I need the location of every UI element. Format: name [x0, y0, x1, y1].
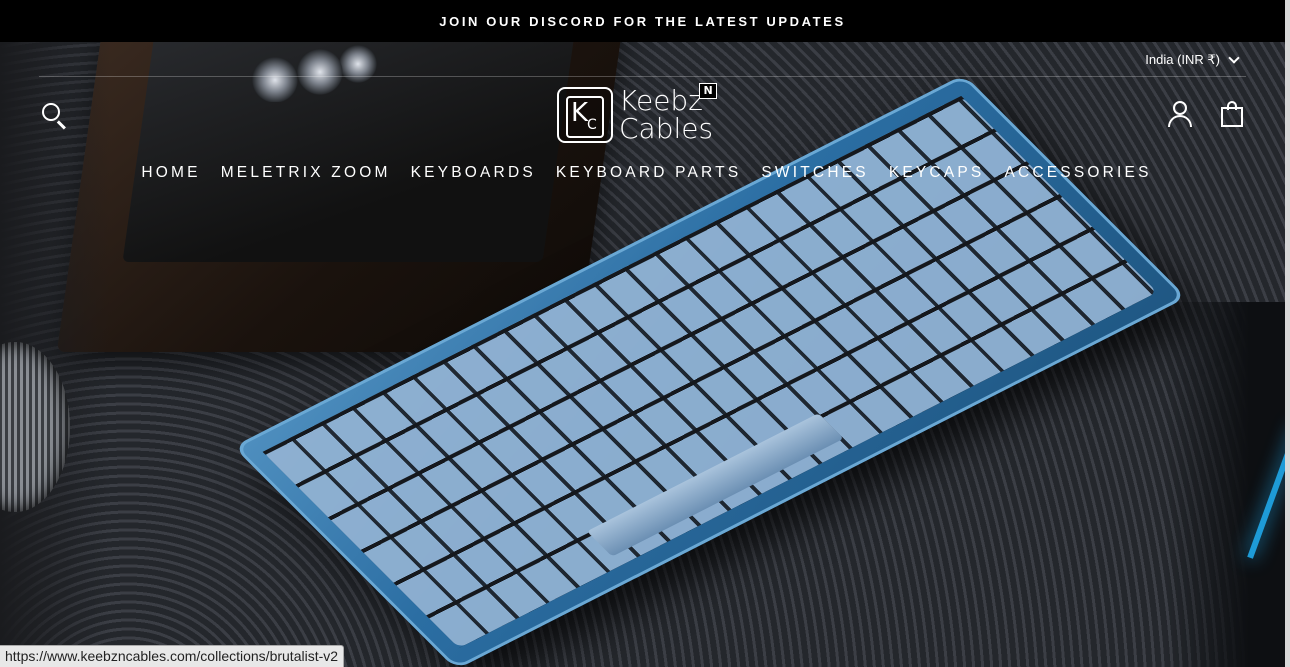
- nav-item-switches[interactable]: SWITCHES: [751, 160, 878, 186]
- chevron-down-icon[interactable]: [1228, 52, 1240, 64]
- logo-wordmark: Keebz Cables N: [619, 83, 718, 145]
- logo-n-badge: N: [699, 83, 718, 99]
- account-icon[interactable]: [1167, 101, 1197, 131]
- logo-badge-c: C: [587, 117, 597, 133]
- nav-item-home[interactable]: HOME: [131, 160, 210, 186]
- hero-newton-balls: [250, 42, 380, 102]
- search-icon[interactable]: [40, 101, 70, 131]
- nav-item-meletrix-zoom[interactable]: MELETRIX ZOOM: [211, 160, 401, 186]
- cart-icon[interactable]: [1219, 101, 1249, 131]
- logo-badge-icon: K C: [557, 87, 613, 143]
- currency-selector[interactable]: India (INR ₹): [1145, 52, 1240, 68]
- site-logo[interactable]: K C Keebz Cables N: [557, 83, 718, 145]
- announcement-bar[interactable]: JOIN OUR DISCORD FOR THE LATEST UPDATES: [0, 0, 1285, 42]
- header-divider: [39, 76, 1246, 77]
- status-bar-url: https://www.keebzncables.com/collections…: [0, 645, 345, 667]
- nav-item-keyboards[interactable]: KEYBOARDS: [401, 160, 546, 186]
- main-nav: HOME MELETRIX ZOOM KEYBOARDS KEYBOARD PA…: [0, 160, 1285, 186]
- account-icon-head: [1173, 101, 1187, 115]
- search-icon-ring: [42, 103, 60, 121]
- search-icon-handle: [57, 120, 66, 130]
- cart-icon-bag: [1221, 107, 1243, 127]
- nav-item-keyboard-parts[interactable]: KEYBOARD PARTS: [546, 160, 752, 186]
- announcement-text[interactable]: JOIN OUR DISCORD FOR THE LATEST UPDATES: [439, 14, 845, 29]
- logo-badge-k: K: [571, 98, 589, 128]
- account-icon-body: [1168, 115, 1192, 127]
- logo-line-2: Cables: [619, 112, 714, 145]
- currency-label[interactable]: India (INR ₹): [1145, 52, 1220, 68]
- scrollbar[interactable]: [1285, 0, 1290, 667]
- hero-right-mat: [1165, 302, 1285, 667]
- nav-item-keycaps[interactable]: KEYCAPS: [879, 160, 995, 186]
- nav-item-accessories[interactable]: ACCESSORIES: [994, 160, 1161, 186]
